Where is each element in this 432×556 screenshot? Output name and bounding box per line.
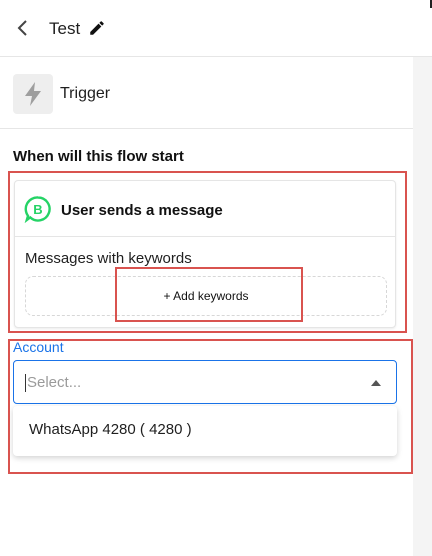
pencil-icon[interactable] xyxy=(88,19,106,37)
right-gutter xyxy=(413,57,432,556)
caret-up-icon[interactable] xyxy=(371,380,381,386)
trigger-label: Trigger xyxy=(60,85,111,102)
text-cursor xyxy=(25,374,26,392)
dropdown-option[interactable]: WhatsApp 4280 ( 4280 ) xyxy=(13,406,397,456)
card-header: B User sends a message xyxy=(15,181,395,237)
top-bar: Test xyxy=(0,0,432,57)
section-heading: When will this flow start xyxy=(13,148,184,165)
keywords-label: Messages with keywords xyxy=(25,250,192,267)
account-dropdown: WhatsApp 4280 ( 4280 ) xyxy=(13,406,397,456)
whatsapp-business-icon: B xyxy=(24,195,52,224)
trigger-card: B User sends a message Messages with key… xyxy=(14,180,396,328)
svg-text:B: B xyxy=(33,202,42,217)
add-keywords-button[interactable]: + Add keywords xyxy=(25,276,387,316)
account-label: Account xyxy=(13,339,64,355)
trigger-row[interactable]: Trigger xyxy=(0,57,413,129)
page-title: Test xyxy=(49,19,81,38)
card-title: User sends a message xyxy=(61,202,223,219)
account-select[interactable]: Select... xyxy=(13,360,397,404)
chevron-left-icon[interactable] xyxy=(13,18,33,38)
lightning-bolt-icon xyxy=(13,74,53,114)
account-select-placeholder: Select... xyxy=(27,374,82,391)
